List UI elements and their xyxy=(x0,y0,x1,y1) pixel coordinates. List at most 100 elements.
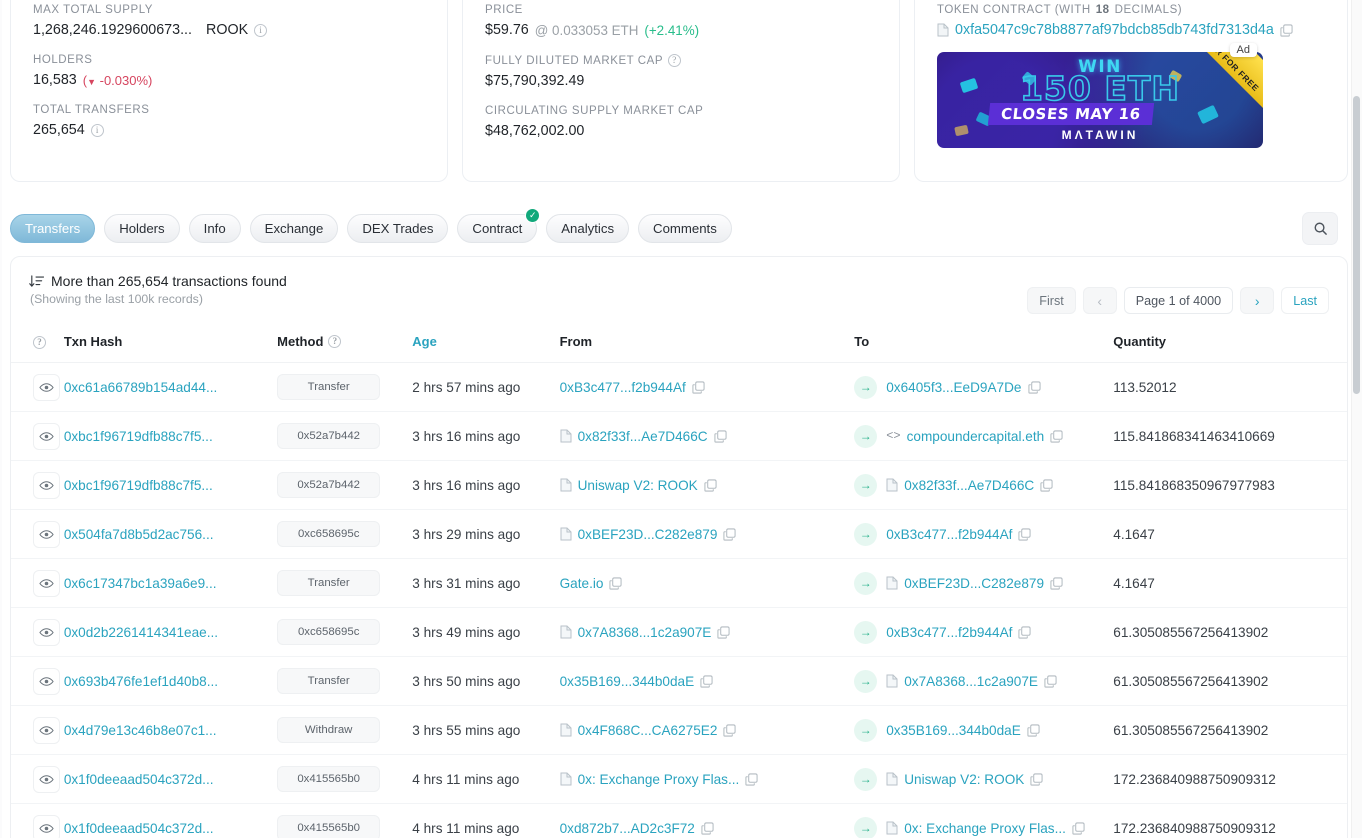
copy-icon[interactable] xyxy=(1018,527,1032,541)
preview-button[interactable] xyxy=(33,618,60,646)
copy-icon[interactable] xyxy=(1027,380,1041,394)
quantity-value: 115.841868350967977983 xyxy=(1113,477,1275,493)
tab-dex-trades[interactable]: DEX Trades xyxy=(347,213,449,243)
token-contract-address-link[interactable]: 0xfa5047c9c78b8877af97bdcb85db743fd7313d… xyxy=(955,22,1274,38)
txn-hash-link[interactable]: 0x1f0deeaad504c372d... xyxy=(64,772,214,787)
txn-hash-link[interactable]: 0x1f0deeaad504c372d... xyxy=(64,821,214,836)
method-badge[interactable]: 0x52a7b442 xyxy=(277,472,381,499)
pagination-prev[interactable]: ‹ xyxy=(1082,287,1117,314)
advertisement[interactable]: WIN 150 ETH CLOSES MAY 16 MΛTAWIN ENTER … xyxy=(937,43,1263,148)
info-icon[interactable]: i xyxy=(254,23,268,37)
copy-icon[interactable] xyxy=(1050,576,1063,590)
from-address-link[interactable]: Gate.io xyxy=(560,576,604,591)
copy-icon[interactable] xyxy=(700,674,713,688)
to-address-link[interactable]: Uniswap V2: ROOK xyxy=(904,772,1024,787)
help-icon[interactable]: ? xyxy=(33,336,46,350)
copy-icon[interactable] xyxy=(692,380,705,394)
method-badge[interactable]: 0xc658695c xyxy=(277,521,381,548)
method-badge[interactable]: 0x415565b0 xyxy=(277,766,381,793)
tab-comments[interactable]: Comments xyxy=(638,213,732,243)
info-icon[interactable]: i xyxy=(90,123,104,137)
tab-contract[interactable]: Contract ✓ xyxy=(457,207,541,243)
to-address-link[interactable]: compoundercapital.eth xyxy=(907,429,1045,444)
to-address-link[interactable]: 0x: Exchange Proxy Flas... xyxy=(904,821,1066,836)
copy-icon[interactable] xyxy=(1040,478,1053,492)
copy-icon[interactable] xyxy=(1018,625,1032,639)
from-address-link[interactable]: 0x82f33f...Ae7D466C xyxy=(578,429,708,444)
tab-holders[interactable]: Holders xyxy=(104,213,180,243)
method-badge[interactable]: 0x52a7b442 xyxy=(277,423,381,450)
copy-icon[interactable] xyxy=(609,576,623,590)
page-scrollbar[interactable] xyxy=(1351,0,1362,838)
preview-button[interactable] xyxy=(33,716,60,744)
preview-button[interactable] xyxy=(33,422,60,450)
from-address-link[interactable]: 0x4F868C...CA6275E2 xyxy=(578,723,718,738)
preview-button[interactable] xyxy=(33,373,60,401)
copy-icon[interactable] xyxy=(1027,723,1040,737)
preview-button[interactable] xyxy=(33,471,60,499)
from-address-link[interactable]: 0xB3c477...f2b944Af xyxy=(560,380,686,395)
txn-hash-link[interactable]: 0xbc1f96719dfb88c7f5... xyxy=(64,478,213,493)
method-badge[interactable]: Transfer xyxy=(277,570,381,597)
ad-label[interactable]: Ad xyxy=(1229,43,1257,57)
copy-icon[interactable] xyxy=(745,772,758,786)
tab-analytics[interactable]: Analytics xyxy=(546,213,630,243)
price-usd: $59.76 xyxy=(485,22,529,38)
to-address-link[interactable]: 0xB3c477...f2b944Af xyxy=(886,527,1012,542)
copy-icon[interactable] xyxy=(723,723,736,737)
from-address-link[interactable]: 0x35B169...344b0daE xyxy=(560,674,695,689)
method-badge[interactable]: 0x415565b0 xyxy=(277,815,381,838)
preview-button[interactable] xyxy=(33,520,60,548)
method-badge[interactable]: Transfer xyxy=(277,668,381,695)
copy-icon[interactable] xyxy=(1280,23,1293,37)
col-age[interactable]: Age xyxy=(412,324,560,364)
preview-button[interactable] xyxy=(33,667,60,695)
copy-icon[interactable] xyxy=(723,527,736,541)
help-icon[interactable]: ? xyxy=(668,54,682,67)
copy-icon[interactable] xyxy=(713,429,727,443)
pagination-last[interactable]: Last xyxy=(1281,287,1329,314)
sort-descending-icon[interactable] xyxy=(29,274,44,289)
from-address-link[interactable]: Uniswap V2: ROOK xyxy=(578,478,698,493)
to-address-link[interactable]: 0x7A8368...1c2a907E xyxy=(904,674,1038,689)
copy-icon[interactable] xyxy=(1044,674,1057,688)
txn-hash-link[interactable]: 0x6c17347bc1a39a6e9... xyxy=(64,576,217,591)
txn-hash-link[interactable]: 0xc61a66789b154ad44... xyxy=(64,380,217,395)
copy-icon[interactable] xyxy=(717,625,730,639)
to-address-link[interactable]: 0xB3c477...f2b944Af xyxy=(886,625,1012,640)
preview-button[interactable] xyxy=(33,569,60,597)
txn-hash-link[interactable]: 0x504fa7d8b5d2ac756... xyxy=(64,527,214,542)
copy-icon[interactable] xyxy=(1050,429,1063,443)
copy-icon[interactable] xyxy=(704,478,717,492)
help-icon[interactable]: ? xyxy=(328,335,342,349)
tab-info[interactable]: Info xyxy=(188,213,241,243)
from-address-link[interactable]: 0xd872b7...AD2c3F72 xyxy=(560,821,695,836)
pagination-first[interactable]: First xyxy=(1027,287,1076,314)
to-address-link[interactable]: 0x6405f3...EeD9A7De xyxy=(886,380,1021,395)
txn-hash-link[interactable]: 0x693b476fe1ef1d40b8... xyxy=(64,674,218,689)
copy-icon[interactable] xyxy=(1030,772,1043,786)
ad-banner-image[interactable]: WIN 150 ETH CLOSES MAY 16 MΛTAWIN ENTER … xyxy=(937,52,1263,148)
txn-hash-link[interactable]: 0x0d2b2261414341eae... xyxy=(64,625,218,640)
tab-transfers[interactable]: Transfers xyxy=(10,213,96,243)
preview-button[interactable] xyxy=(33,814,60,838)
method-badge[interactable]: Transfer xyxy=(277,374,381,401)
copy-icon[interactable] xyxy=(1072,821,1085,835)
preview-button[interactable] xyxy=(33,765,60,793)
tab-exchange[interactable]: Exchange xyxy=(249,213,339,243)
method-badge[interactable]: Withdraw xyxy=(277,717,381,744)
to-address-link[interactable]: 0x82f33f...Ae7D466C xyxy=(904,478,1034,493)
from-address-link[interactable]: 0xBEF23D...C282e879 xyxy=(578,527,718,542)
copy-icon[interactable] xyxy=(701,821,714,835)
txn-hash-link[interactable]: 0x4d79e13c46b8e07c1... xyxy=(64,723,217,738)
txn-hash-link[interactable]: 0xbc1f96719dfb88c7f5... xyxy=(64,429,213,444)
method-badge[interactable]: 0xc658695c xyxy=(277,619,381,646)
pagination-next[interactable]: › xyxy=(1240,287,1275,314)
from-address-link[interactable]: 0x7A8368...1c2a907E xyxy=(578,625,712,640)
from-address-link[interactable]: 0x: Exchange Proxy Flas... xyxy=(578,772,740,787)
to-address-link[interactable]: 0xBEF23D...C282e879 xyxy=(904,576,1044,591)
row-preview-cell xyxy=(11,705,64,756)
search-button[interactable] xyxy=(1302,212,1338,245)
scrollbar-thumb[interactable] xyxy=(1353,96,1360,394)
to-address-link[interactable]: 0x35B169...344b0daE xyxy=(886,723,1021,738)
